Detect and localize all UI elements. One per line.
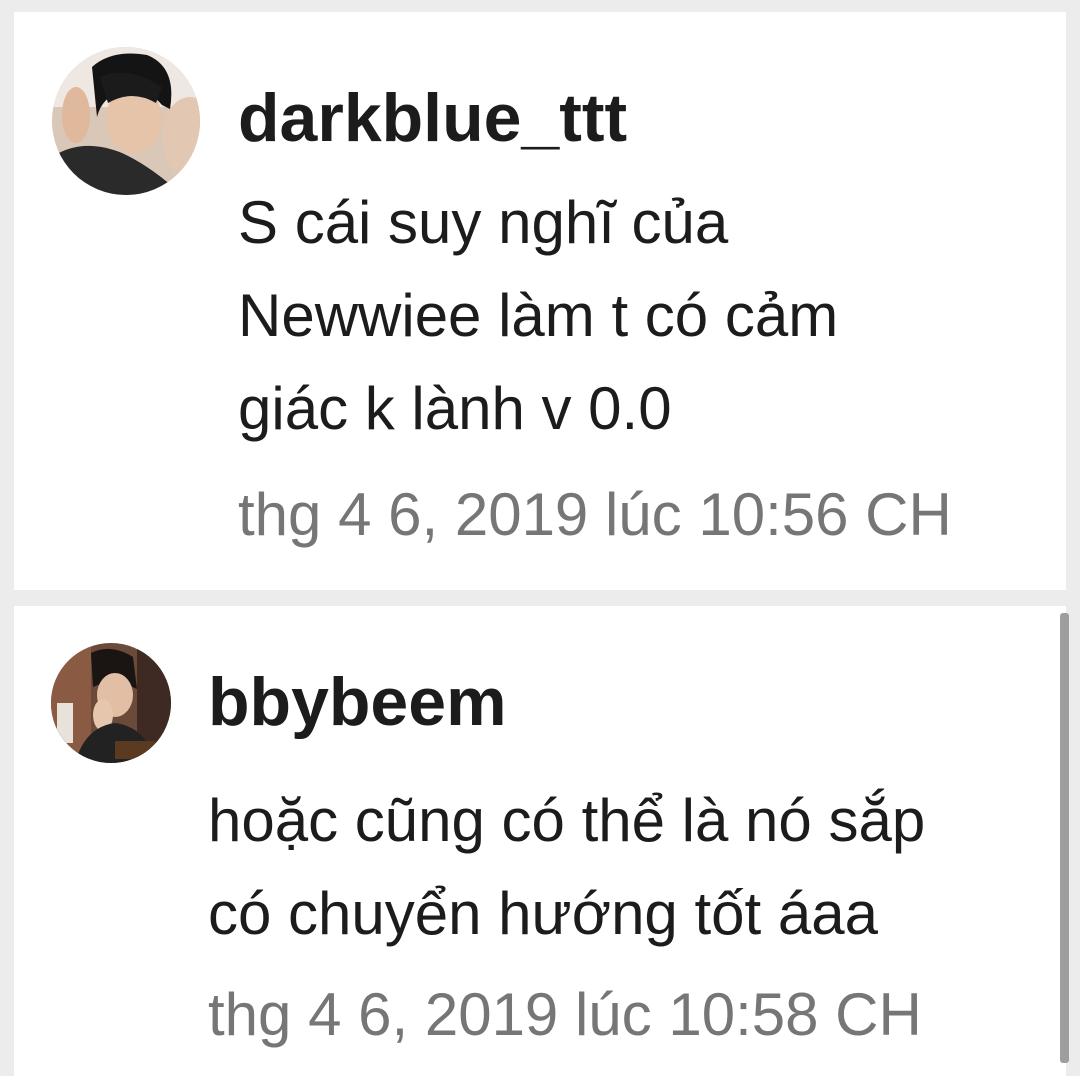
comment-line: hoặc cũng có thể là nó sắp: [208, 787, 926, 854]
avatar[interactable]: [51, 643, 171, 763]
comment-line: giác k lành v 0.0: [238, 375, 672, 442]
comment-line: S cái suy nghĩ của: [238, 189, 729, 256]
comment-line: Newwiee làm t có cảm: [238, 282, 839, 349]
comment-card: darkblue_ttt S cái suy nghĩ của Newwiee …: [14, 12, 1066, 590]
avatar[interactable]: [52, 47, 200, 195]
username[interactable]: darkblue_ttt: [238, 78, 627, 158]
username[interactable]: bbybeem: [208, 662, 507, 742]
comment-text: S cái suy nghĩ của Newwiee làm t có cảm …: [238, 176, 998, 455]
scrollbar[interactable]: [1060, 613, 1069, 1063]
user-photo-icon: [51, 643, 171, 763]
comment-line: có chuyển hướng tốt áaa: [208, 880, 878, 947]
comment-timestamp: thg 4 6, 2019 lúc 10:56 CH: [238, 481, 952, 548]
comment-text: hoặc cũng có thể là nó sắp có chuyển hướ…: [208, 774, 1058, 960]
user-photo-icon: [52, 47, 200, 195]
comment-timestamp: thg 4 6, 2019 lúc 10:58 CH: [208, 981, 922, 1048]
comment-card: bbybeem hoặc cũng có thể là nó sắp có ch…: [14, 606, 1066, 1076]
